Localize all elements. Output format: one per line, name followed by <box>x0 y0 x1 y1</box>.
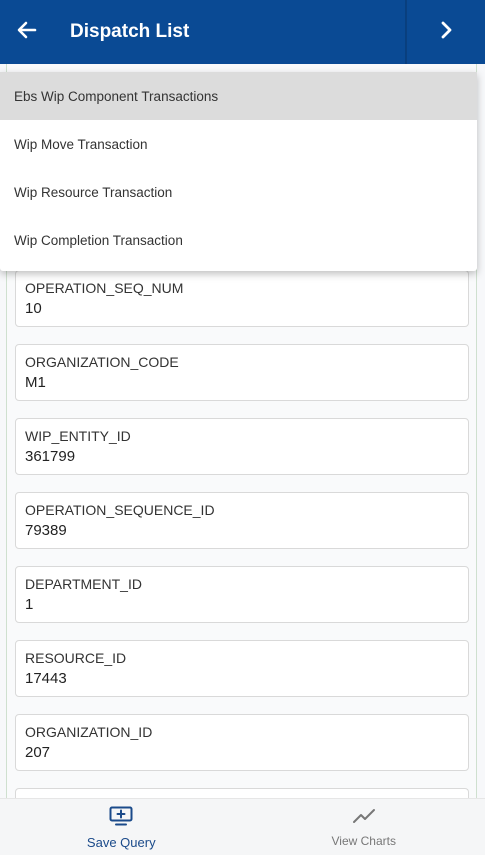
back-button[interactable] <box>0 0 54 64</box>
field-card: ORGANIZATION_ID 207 <box>15 714 469 771</box>
field-value: 79389 <box>25 522 67 539</box>
view-charts-label: View Charts <box>331 834 396 848</box>
next-button[interactable] <box>406 0 485 64</box>
menu-item-wip-move-transaction[interactable]: Wip Move Transaction <box>0 120 477 168</box>
page-title: Dispatch List <box>70 21 190 42</box>
app-header: Dispatch List <box>0 0 485 64</box>
bottom-tab-bar: Save Query View Charts <box>0 798 485 855</box>
field-label: ORGANIZATION_ID <box>25 724 153 740</box>
field-value: 207 <box>25 744 51 761</box>
line-chart-icon <box>352 807 376 830</box>
menu-item-ebs-wip-component-transactions[interactable]: Ebs Wip Component Transactions <box>0 72 477 120</box>
field-label: ORGANIZATION_CODE <box>25 354 179 370</box>
field-card: WIP_ENTITY_ID 361799 <box>15 418 469 475</box>
field-value: 1 <box>25 596 34 613</box>
field-card: DEPARTMENT_ID 1 <box>15 566 469 623</box>
field-label: OPERATION_SEQ_NUM <box>25 280 184 296</box>
chevron-right-icon <box>440 21 452 44</box>
view-charts-button[interactable]: View Charts <box>243 799 485 855</box>
field-value: 17443 <box>25 670 67 687</box>
field-value: M1 <box>25 374 46 391</box>
monitor-plus-icon <box>109 806 133 831</box>
field-label: DEPARTMENT_ID <box>25 576 142 592</box>
app: Dispatch List OPERATION_SEQ_NUM 10 ORGAN… <box>0 0 485 855</box>
field-value: 10 <box>25 300 42 317</box>
save-query-button[interactable]: Save Query <box>0 799 243 855</box>
field-label: OPERATION_SEQUENCE_ID <box>25 502 215 518</box>
menu-item-wip-completion-transaction[interactable]: Wip Completion Transaction <box>0 216 477 264</box>
arrow-left-icon <box>17 21 37 44</box>
field-value: 361799 <box>25 448 76 465</box>
menu-item-wip-resource-transaction[interactable]: Wip Resource Transaction <box>0 168 477 216</box>
save-query-label: Save Query <box>86 834 156 850</box>
field-card: OPERATION_SEQ_NUM 10 <box>15 270 469 327</box>
transaction-menu: Ebs Wip Component Transactions Wip Move … <box>0 72 477 271</box>
field-card: RESOURCE_ID 17443 <box>15 640 469 697</box>
field-card: OPERATION_SEQUENCE_ID 79389 <box>15 492 469 549</box>
field-card: ORGANIZATION_CODE M1 <box>15 344 469 401</box>
field-label: WIP_ENTITY_ID <box>25 428 131 444</box>
field-label: RESOURCE_ID <box>25 650 127 666</box>
